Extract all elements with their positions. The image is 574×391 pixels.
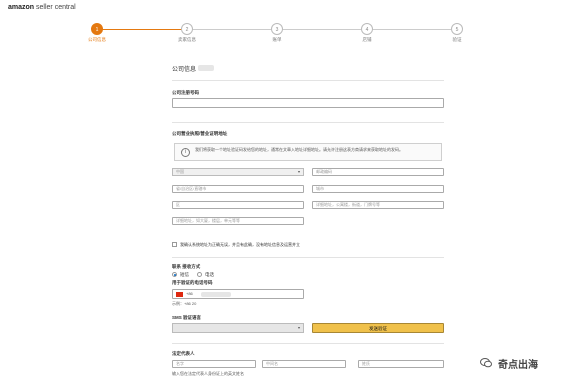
- step-4-label: 店铺: [362, 37, 372, 42]
- sms-language-select[interactable]: ▾: [172, 323, 304, 333]
- phone-note: 示例：+86 20: [172, 301, 197, 306]
- step-4-dot: 4: [361, 23, 373, 35]
- city-input[interactable]: 城市: [312, 185, 444, 193]
- sms-radio[interactable]: [172, 272, 177, 277]
- address-line2-input[interactable]: 详细地址，公寓楼，街道，门牌号等: [312, 201, 444, 209]
- chevron-down-icon: ▾: [297, 169, 300, 174]
- redacted-block: [201, 292, 231, 297]
- watermark: 奇点出海: [480, 356, 538, 371]
- confirm-address-text: 我确认系统地址为正确无误，并且有此确，没有地址信息及运营并立: [180, 242, 300, 247]
- confirm-address-checkbox[interactable]: [172, 242, 177, 247]
- chevron-down-icon: ▾: [297, 325, 300, 330]
- send-verification-button[interactable]: 发送验证: [312, 323, 444, 333]
- district-input[interactable]: 区: [172, 201, 304, 209]
- step-3-label: 账单: [272, 37, 282, 42]
- info-box: i 我们将获取一个地址验证码发给您的地址，通常在文章入地址详细地址。请允许注册这…: [174, 143, 442, 161]
- contact-person-label: 法定代表人: [172, 351, 195, 356]
- divider: [172, 343, 444, 344]
- step-1-dot: 1: [91, 23, 103, 35]
- contact-note: 输入您在法定代表人身份证上的英文姓名: [172, 371, 244, 376]
- call-radio[interactable]: [197, 272, 202, 277]
- wechat-icon: [480, 358, 492, 368]
- first-name-input[interactable]: 名字: [172, 360, 256, 368]
- phone-label: 用于验证的电话号码: [172, 280, 213, 285]
- step-3-dot: 3: [271, 23, 283, 35]
- info-icon: i: [181, 148, 190, 157]
- top-bar: amazon seller central: [0, 0, 574, 16]
- postal-code-input[interactable]: 邮政编码: [312, 168, 444, 176]
- middle-name-input[interactable]: 中间名: [262, 360, 346, 368]
- address-label: 公司营业执照/营业证明地址: [172, 131, 228, 136]
- step-1-label: 公司信息: [88, 37, 106, 42]
- divider: [172, 257, 444, 258]
- divider: [172, 80, 444, 81]
- step-2-dot: 2: [181, 23, 193, 35]
- progress-stepper: 1 2 3 4 5 公司信息 卖家信息 账单 店铺 验证: [0, 18, 574, 48]
- reg-number-label: 公司注册号码: [172, 90, 199, 95]
- step-2-label: 卖家信息: [178, 37, 196, 42]
- sms-radio-label: 短信: [180, 272, 189, 277]
- phone-input[interactable]: +86: [172, 289, 304, 299]
- country-select[interactable]: 中国 ▾: [172, 168, 304, 176]
- amazon-seller-central-logo[interactable]: amazon seller central: [8, 4, 76, 11]
- sms-language-label: SMS 验证语言: [172, 315, 202, 320]
- last-name-input[interactable]: 姓氏: [358, 360, 444, 368]
- contact-method-label: 联系 接收方式: [172, 264, 201, 269]
- reg-number-input[interactable]: [172, 98, 444, 108]
- china-flag-icon: [176, 292, 183, 297]
- section-title: 公司信息: [172, 67, 197, 73]
- redacted-block: [198, 65, 214, 71]
- step-5-dot: 5: [451, 23, 463, 35]
- province-input[interactable]: 省/自治区/直辖市: [172, 185, 304, 193]
- info-text: 我们将获取一个地址验证码发给您的地址，通常在文章入地址详细地址。请允许注册这表方…: [195, 147, 403, 152]
- step-5-label: 验证: [452, 37, 462, 42]
- divider: [172, 122, 444, 123]
- call-radio-label: 电话: [205, 272, 214, 277]
- address-line1-input[interactable]: 详细地址，如大厦，楼层，单元等等: [172, 217, 304, 225]
- phone-prefix: +86: [186, 291, 193, 296]
